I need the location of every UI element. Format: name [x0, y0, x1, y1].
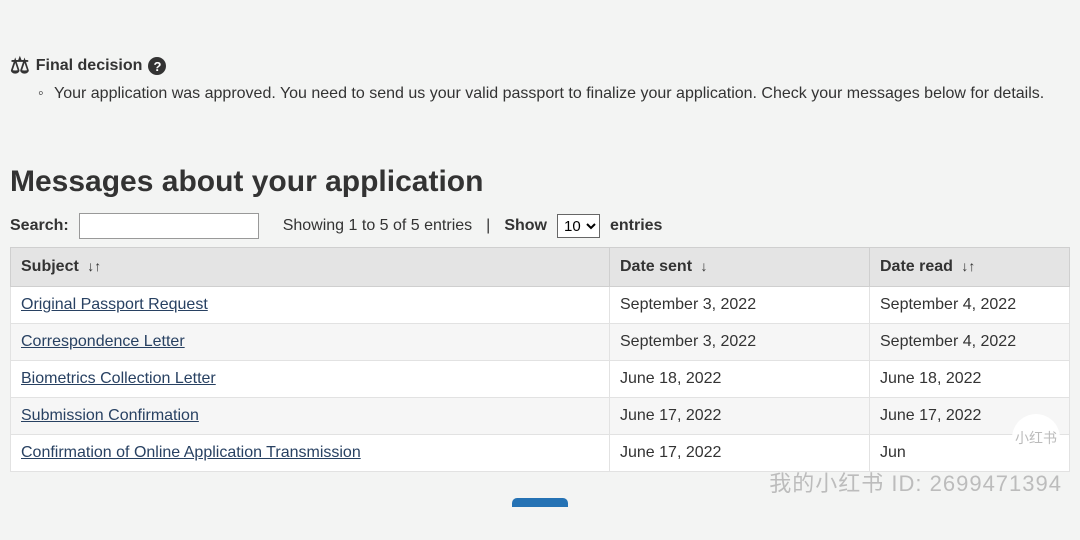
table-row: Confirmation of Online Application Trans…	[11, 435, 1070, 472]
messages-heading: Messages about your application	[10, 165, 1070, 199]
date-read-cell: September 4, 2022	[870, 324, 1070, 361]
table-header-row: Subject ↓↑ Date sent ↓ Date read ↓↑	[11, 248, 1070, 287]
col-datesent-label: Date sent	[620, 258, 692, 275]
message-link[interactable]: Original Passport Request	[21, 296, 208, 313]
message-link[interactable]: Biometrics Collection Letter	[21, 370, 216, 387]
table-row: Original Passport Request September 3, 2…	[11, 287, 1070, 324]
show-label: Show	[504, 217, 547, 235]
date-sent-cell: September 3, 2022	[610, 287, 870, 324]
col-subject-label: Subject	[21, 258, 79, 275]
col-header-subject[interactable]: Subject ↓↑	[11, 248, 610, 287]
sort-both-icon: ↓↑	[961, 258, 975, 274]
final-decision-title: Final decision	[36, 57, 143, 75]
divider: |	[486, 217, 490, 235]
search-label: Search:	[10, 217, 69, 235]
footer-accent	[10, 498, 1070, 507]
messages-table: Subject ↓↑ Date sent ↓ Date read ↓↑ Orig…	[10, 247, 1070, 472]
sort-both-icon: ↓↑	[87, 258, 101, 274]
table-row: Correspondence Letter September 3, 2022 …	[11, 324, 1070, 361]
final-decision-list: Your application was approved. You need …	[10, 77, 1070, 105]
date-read-cell: June 17, 2022	[870, 398, 1070, 435]
sort-desc-icon: ↓	[700, 258, 707, 274]
scales-icon: ⚖	[10, 55, 30, 77]
final-decision-section: ⚖ Final decision ? Your application was …	[10, 0, 1070, 105]
message-link[interactable]: Submission Confirmation	[21, 407, 199, 424]
table-controls: Search: Showing 1 to 5 of 5 entries | Sh…	[10, 213, 1070, 239]
search-input[interactable]	[79, 213, 259, 239]
col-header-date-sent[interactable]: Date sent ↓	[610, 248, 870, 287]
date-read-cell: Jun	[870, 435, 1070, 472]
col-header-date-read[interactable]: Date read ↓↑	[870, 248, 1070, 287]
table-row: Submission Confirmation June 17, 2022 Ju…	[11, 398, 1070, 435]
help-icon[interactable]: ?	[148, 57, 166, 75]
page-size-select[interactable]: 10	[557, 214, 600, 238]
showing-text: Showing 1 to 5 of 5 entries	[283, 217, 472, 235]
final-decision-item: Your application was approved. You need …	[38, 83, 1070, 105]
date-sent-cell: June 18, 2022	[610, 361, 870, 398]
date-sent-cell: June 17, 2022	[610, 398, 870, 435]
date-read-cell: September 4, 2022	[870, 287, 1070, 324]
entries-label: entries	[610, 217, 662, 235]
date-sent-cell: September 3, 2022	[610, 324, 870, 361]
message-link[interactable]: Correspondence Letter	[21, 333, 185, 350]
final-decision-header: ⚖ Final decision ?	[10, 55, 1070, 77]
accent-pill	[512, 498, 568, 507]
message-link[interactable]: Confirmation of Online Application Trans…	[21, 444, 361, 461]
table-row: Biometrics Collection Letter June 18, 20…	[11, 361, 1070, 398]
date-read-cell: June 18, 2022	[870, 361, 1070, 398]
date-sent-cell: June 17, 2022	[610, 435, 870, 472]
col-dateread-label: Date read	[880, 258, 953, 275]
